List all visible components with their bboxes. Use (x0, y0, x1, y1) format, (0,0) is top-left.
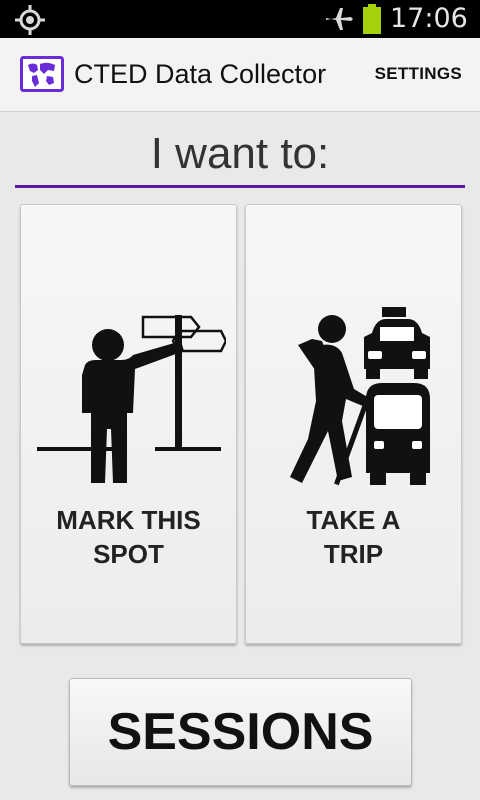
map-icon[interactable] (20, 56, 64, 92)
take-a-trip-label: TAKE A TRIP (306, 505, 401, 569)
sessions-button[interactable]: SESSIONS (69, 678, 412, 786)
page-heading: I want to: (150, 129, 330, 178)
airplane-mode-icon (326, 8, 353, 30)
signpost-person-icon (37, 315, 226, 483)
app-title: CTED Data Collector (74, 59, 327, 89)
mark-this-spot-label: MARK THIS SPOT (56, 505, 201, 569)
settings-button[interactable]: SETTINGS (375, 60, 462, 88)
take-a-trip-button[interactable]: TAKE A TRIP (245, 204, 462, 644)
action-bar: CTED Data Collector SETTINGS (0, 38, 480, 112)
location-icon (15, 5, 45, 35)
status-bar: 17:06 (0, 0, 480, 38)
hiker-taxi-bus-icon (290, 307, 430, 486)
heading-divider (15, 185, 465, 188)
status-time: 17:06 (390, 3, 468, 34)
mark-this-spot-button[interactable]: MARK THIS SPOT (20, 204, 237, 644)
battery-icon (363, 4, 381, 34)
